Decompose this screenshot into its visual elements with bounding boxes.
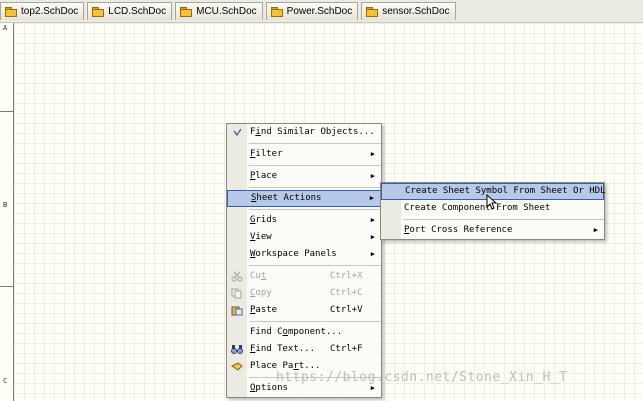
scissors-icon [231, 271, 243, 282]
folder-icon [92, 6, 105, 17]
menu-separator [249, 143, 381, 144]
tab-sensor-schdoc[interactable]: sensor.SchDoc [361, 2, 456, 20]
folder-icon [5, 6, 17, 17]
menu-item-port-cross-reference[interactable]: Port Cross Reference ▶ [381, 222, 604, 239]
menu-separator [249, 209, 381, 210]
submenu-arrow-icon: ▶ [370, 216, 375, 224]
copy-icon [231, 288, 242, 299]
paste-icon [231, 306, 243, 316]
menu-item-find-component[interactable]: Find Component... [227, 324, 381, 341]
schematic-editor: top2.SchDoc LCD.SchDoc MCU.SchDoc Power.… [0, 0, 643, 401]
tab-lcd-schdoc[interactable]: LCD.SchDoc [87, 2, 173, 20]
tab-label: MCU.SchDoc [196, 6, 257, 17]
folder-icon [270, 6, 283, 17]
find-similar-icon [233, 128, 242, 137]
shortcut-label: Ctrl+C [330, 288, 363, 298]
menu-item-filter[interactable]: Filter ▶ [227, 146, 381, 163]
tab-power-schdoc[interactable]: Power.SchDoc [265, 2, 359, 20]
submenu-arrow-icon: ▶ [369, 194, 374, 202]
binoculars-icon [231, 345, 243, 354]
menu-separator [249, 165, 381, 166]
menu-item-workspace-panels[interactable]: Workspace Panels ▶ [227, 246, 381, 263]
watermark-text: https://blog.csdn.net/Stone_Xin_H_T [276, 370, 568, 385]
zone-label-c: C [3, 377, 8, 385]
shortcut-label: Ctrl+V [330, 305, 363, 315]
menu-item-copy[interactable]: Copy Ctrl+C [227, 285, 381, 302]
tab-label: Power.SchDoc [286, 6, 353, 17]
shortcut-label: Ctrl+X [330, 271, 363, 281]
tab-label: LCD.SchDoc [108, 6, 167, 17]
zone-label-b: B [3, 201, 8, 209]
tab-mcu-schdoc[interactable]: MCU.SchDoc [175, 2, 263, 20]
zone-divider [0, 111, 13, 112]
menu-separator [403, 219, 604, 220]
submenu-arrow-icon: ▶ [370, 172, 375, 180]
submenu-arrow-icon: ▶ [370, 150, 375, 158]
menu-item-cut[interactable]: Cut Ctrl+X [227, 268, 381, 285]
document-tab-bar: top2.SchDoc LCD.SchDoc MCU.SchDoc Power.… [0, 0, 643, 23]
tab-label: sensor.SchDoc [382, 6, 450, 17]
folder-icon [180, 6, 193, 17]
mouse-cursor-icon [486, 194, 498, 210]
submenu-arrow-icon: ▶ [593, 226, 598, 234]
zone-label-a: A [3, 24, 8, 32]
place-part-icon [231, 362, 243, 371]
menu-item-place[interactable]: Place ▶ [227, 168, 381, 185]
menu-item-find-similar-objects[interactable]: Find Similar Objects... [227, 124, 381, 141]
shortcut-label: Ctrl+F [330, 344, 363, 354]
folder-icon [366, 6, 379, 17]
menu-separator [249, 321, 381, 322]
zone-ruler: A B C [0, 23, 14, 401]
zone-divider [0, 286, 13, 287]
menu-item-view[interactable]: View ▶ [227, 229, 381, 246]
menu-separator [249, 265, 381, 266]
menu-item-grids[interactable]: Grids ▶ [227, 212, 381, 229]
context-menu: Find Similar Objects... Filter ▶ Place ▶… [226, 123, 382, 398]
submenu-arrow-icon: ▶ [370, 233, 375, 241]
menu-item-paste[interactable]: Paste Ctrl+V [227, 302, 381, 319]
submenu-arrow-icon: ▶ [370, 250, 375, 258]
menu-separator [249, 187, 381, 188]
tab-label: top2.SchDoc [21, 6, 79, 17]
sheet-actions-submenu: Create Sheet Symbol From Sheet Or HDL Cr… [380, 182, 605, 240]
tab-top2-schdoc[interactable]: top2.SchDoc [0, 2, 85, 20]
menu-item-find-text[interactable]: Find Text... Ctrl+F [227, 341, 381, 358]
menu-item-sheet-actions[interactable]: Sheet Actions ▶ [227, 190, 381, 207]
